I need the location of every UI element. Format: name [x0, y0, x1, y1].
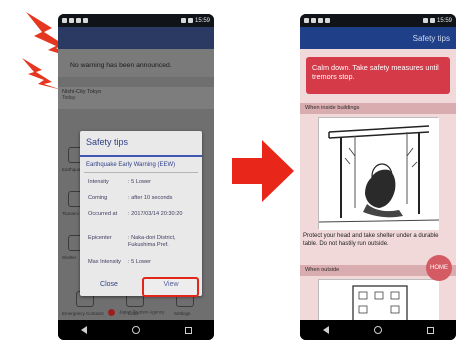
- info-value: : 5 Lower: [128, 179, 152, 185]
- phone-after: 15:59 Safety tips Calm down. Take safety…: [300, 14, 456, 340]
- dialog-title: Safety tips: [86, 137, 129, 147]
- battery-icon: [187, 18, 193, 23]
- info-row: Intensity : 5 Lower: [88, 179, 198, 186]
- comparison-figure: 15:59 No warning has been announced. Nis…: [0, 0, 474, 346]
- info-value: : Naka-dori District, Fukushima Pref.: [128, 235, 176, 248]
- location-sub: Today: [62, 95, 76, 101]
- info-row: Occurred at : 2017/03/14 20:30:20: [88, 211, 198, 218]
- phone-before: 15:59 No warning has been announced. Nis…: [58, 14, 214, 340]
- system-nav-bar: [300, 320, 456, 340]
- notification-icon: [83, 18, 88, 23]
- info-key: Occurred at: [88, 211, 118, 217]
- person-under-table-icon: [318, 118, 440, 230]
- status-time: 15:59: [436, 17, 452, 24]
- calm-down-banner: Calm down. Take safety measures until tr…: [306, 57, 450, 94]
- info-row: Coming : after 10 seconds: [88, 195, 198, 202]
- home-button[interactable]: HOME: [426, 255, 452, 281]
- notification-icon: [311, 18, 316, 23]
- info-row: Max Intensity : 5 Lower: [88, 259, 198, 266]
- divider: [84, 172, 198, 173]
- brand-logo-icon: [107, 309, 115, 316]
- app-bar: Safety tips: [300, 27, 456, 49]
- divider: [80, 155, 202, 157]
- illustration-outside: [318, 279, 439, 320]
- info-key: Max Intensity: [88, 259, 121, 265]
- info-row: Epicenter : Naka-dori District, Fukushim…: [88, 235, 198, 249]
- safety-tips-screen[interactable]: Calm down. Take safety measures until tr…: [300, 49, 456, 320]
- home-icon[interactable]: [131, 326, 140, 334]
- info-value: : after 10 seconds: [128, 195, 173, 201]
- safety-tips-dialog: Safety tips Earthquake Early Warning (EE…: [80, 131, 202, 296]
- brand-footer: Japan Tourism Agency: [58, 309, 214, 316]
- dialog-subtitle: Earthquake Early Warning (EEW): [86, 162, 176, 168]
- info-key: Epicenter: [88, 235, 112, 241]
- view-button-highlight: [142, 277, 199, 297]
- notification-icon: [76, 18, 81, 23]
- status-bar: 15:59: [58, 14, 214, 27]
- building-icon: [319, 280, 439, 320]
- home-icon[interactable]: [373, 326, 382, 334]
- warning-banner: No warning has been announced.: [58, 49, 214, 77]
- notification-icon: [304, 18, 309, 23]
- back-icon[interactable]: [322, 326, 329, 334]
- menu-label: Shelter: [62, 255, 77, 260]
- info-value: : 5 Lower: [128, 259, 152, 265]
- shelter-instructions: Protect your head and take shelter under…: [303, 233, 439, 247]
- battery-icon: [429, 18, 435, 23]
- status-bar: 15:59: [300, 14, 456, 27]
- status-time: 15:59: [194, 17, 210, 24]
- app-bar-title: Safety tips: [412, 33, 450, 43]
- notification-icon: [325, 18, 330, 23]
- section-header-inside: When inside buildings: [300, 103, 456, 114]
- arrow-right-icon: [232, 140, 294, 202]
- main-screen-dimmed: No warning has been announced. Nishi-Cit…: [58, 49, 214, 320]
- notification-icon: [62, 18, 67, 23]
- notification-icon: [69, 18, 74, 23]
- info-key: Intensity: [88, 179, 109, 185]
- recent-apps-icon[interactable]: [426, 326, 434, 334]
- info-key: Coming: [88, 195, 108, 201]
- close-button[interactable]: Close: [84, 278, 134, 292]
- brand-name: Japan Tourism Agency: [119, 309, 165, 315]
- menu-label: Tsunami: [62, 211, 79, 216]
- signal-icon: [422, 18, 428, 23]
- app-bar: [58, 27, 214, 49]
- notification-icon: [318, 18, 323, 23]
- system-nav-bar: [58, 320, 214, 340]
- back-icon[interactable]: [80, 326, 87, 334]
- signal-icon: [180, 18, 186, 23]
- location-row[interactable]: Nishi-City Tokyo Today: [58, 87, 214, 109]
- info-value: : 2017/03/14 20:30:20: [128, 211, 183, 217]
- illustration-under-table: [318, 117, 440, 230]
- recent-apps-icon[interactable]: [184, 326, 192, 334]
